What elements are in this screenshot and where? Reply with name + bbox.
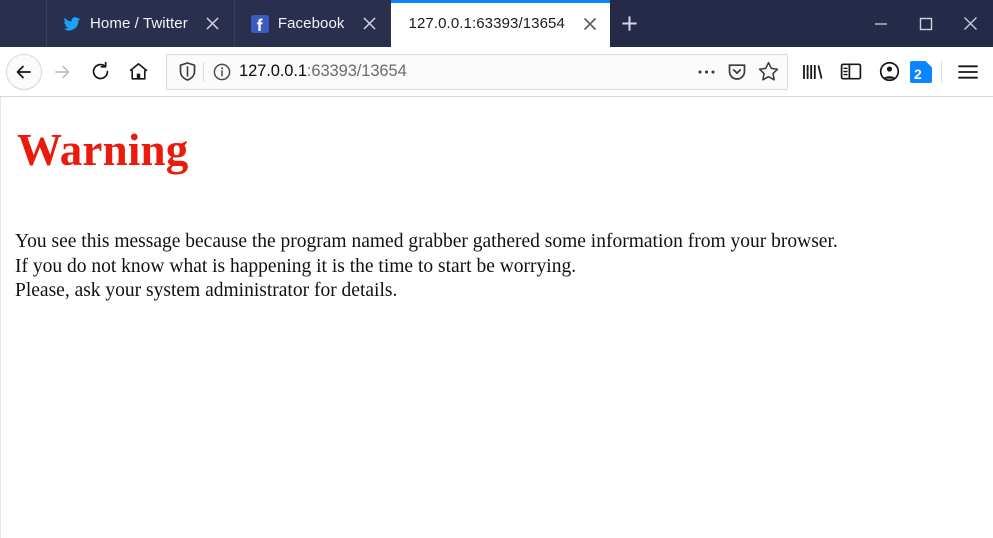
close-icon[interactable] bbox=[201, 12, 225, 36]
home-button[interactable] bbox=[120, 54, 156, 90]
maximize-button[interactable] bbox=[903, 2, 948, 46]
url-path: :63393/13654 bbox=[306, 62, 407, 80]
toolbar-right-actions: 2 bbox=[796, 55, 985, 89]
warning-message: You see this message because the program… bbox=[15, 230, 985, 304]
ellipsis-icon[interactable] bbox=[691, 57, 721, 87]
toolbar-divider bbox=[941, 60, 942, 83]
hamburger-menu-icon[interactable] bbox=[951, 55, 985, 89]
message-line-1: You see this message because the program… bbox=[15, 231, 838, 253]
close-icon[interactable] bbox=[578, 12, 602, 36]
title-bar: Home / Twitter Facebook 127.0.0.1:63393/… bbox=[0, 0, 993, 47]
url-bar[interactable]: 127.0.0.1:63393/13654 bbox=[166, 53, 788, 90]
page-content: Warning You see this message because the… bbox=[0, 97, 993, 538]
url-bar-actions bbox=[691, 57, 783, 87]
close-window-button[interactable] bbox=[948, 2, 993, 46]
forward-button[interactable] bbox=[44, 54, 80, 90]
facebook-icon bbox=[250, 14, 269, 33]
minimize-button[interactable] bbox=[858, 2, 903, 46]
tab-local-page[interactable]: 127.0.0.1:63393/13654 bbox=[390, 0, 611, 47]
titlebar-drag-area[interactable] bbox=[0, 0, 46, 47]
page-title: Warning bbox=[17, 125, 189, 175]
url-text[interactable]: 127.0.0.1:63393/13654 bbox=[233, 62, 691, 81]
account-icon[interactable] bbox=[872, 55, 906, 89]
reload-button[interactable] bbox=[82, 54, 118, 90]
browser-window: Home / Twitter Facebook 127.0.0.1:63393/… bbox=[0, 0, 993, 538]
twitter-icon bbox=[63, 15, 81, 33]
tab-title: Facebook bbox=[277, 15, 345, 32]
shield-icon[interactable] bbox=[175, 62, 199, 81]
message-line-3: Please, ask your system administrator fo… bbox=[15, 280, 398, 302]
tab-title: Home / Twitter bbox=[90, 15, 188, 32]
sidebar-icon[interactable] bbox=[834, 55, 868, 89]
container-tab-badge[interactable]: 2 bbox=[910, 60, 932, 83]
new-tab-button[interactable] bbox=[610, 0, 650, 47]
window-controls bbox=[858, 3, 993, 47]
navigation-toolbar: 127.0.0.1:63393/13654 2 bbox=[0, 47, 993, 97]
back-button[interactable] bbox=[6, 53, 42, 90]
library-icon[interactable] bbox=[796, 55, 830, 89]
bookmark-star-icon[interactable] bbox=[753, 57, 783, 87]
pocket-icon[interactable] bbox=[722, 57, 752, 87]
tab-title: 127.0.0.1:63393/13654 bbox=[408, 15, 565, 32]
info-icon[interactable] bbox=[211, 63, 233, 81]
tab-strip: Home / Twitter Facebook 127.0.0.1:63393/… bbox=[0, 0, 858, 47]
close-icon[interactable] bbox=[358, 12, 382, 36]
tab-facebook[interactable]: Facebook bbox=[233, 0, 391, 47]
message-line-2: If you do not know what is happening it … bbox=[15, 255, 577, 277]
url-divider bbox=[203, 61, 204, 82]
tab-twitter[interactable]: Home / Twitter bbox=[46, 0, 234, 47]
url-host: 127.0.0.1 bbox=[239, 62, 307, 80]
